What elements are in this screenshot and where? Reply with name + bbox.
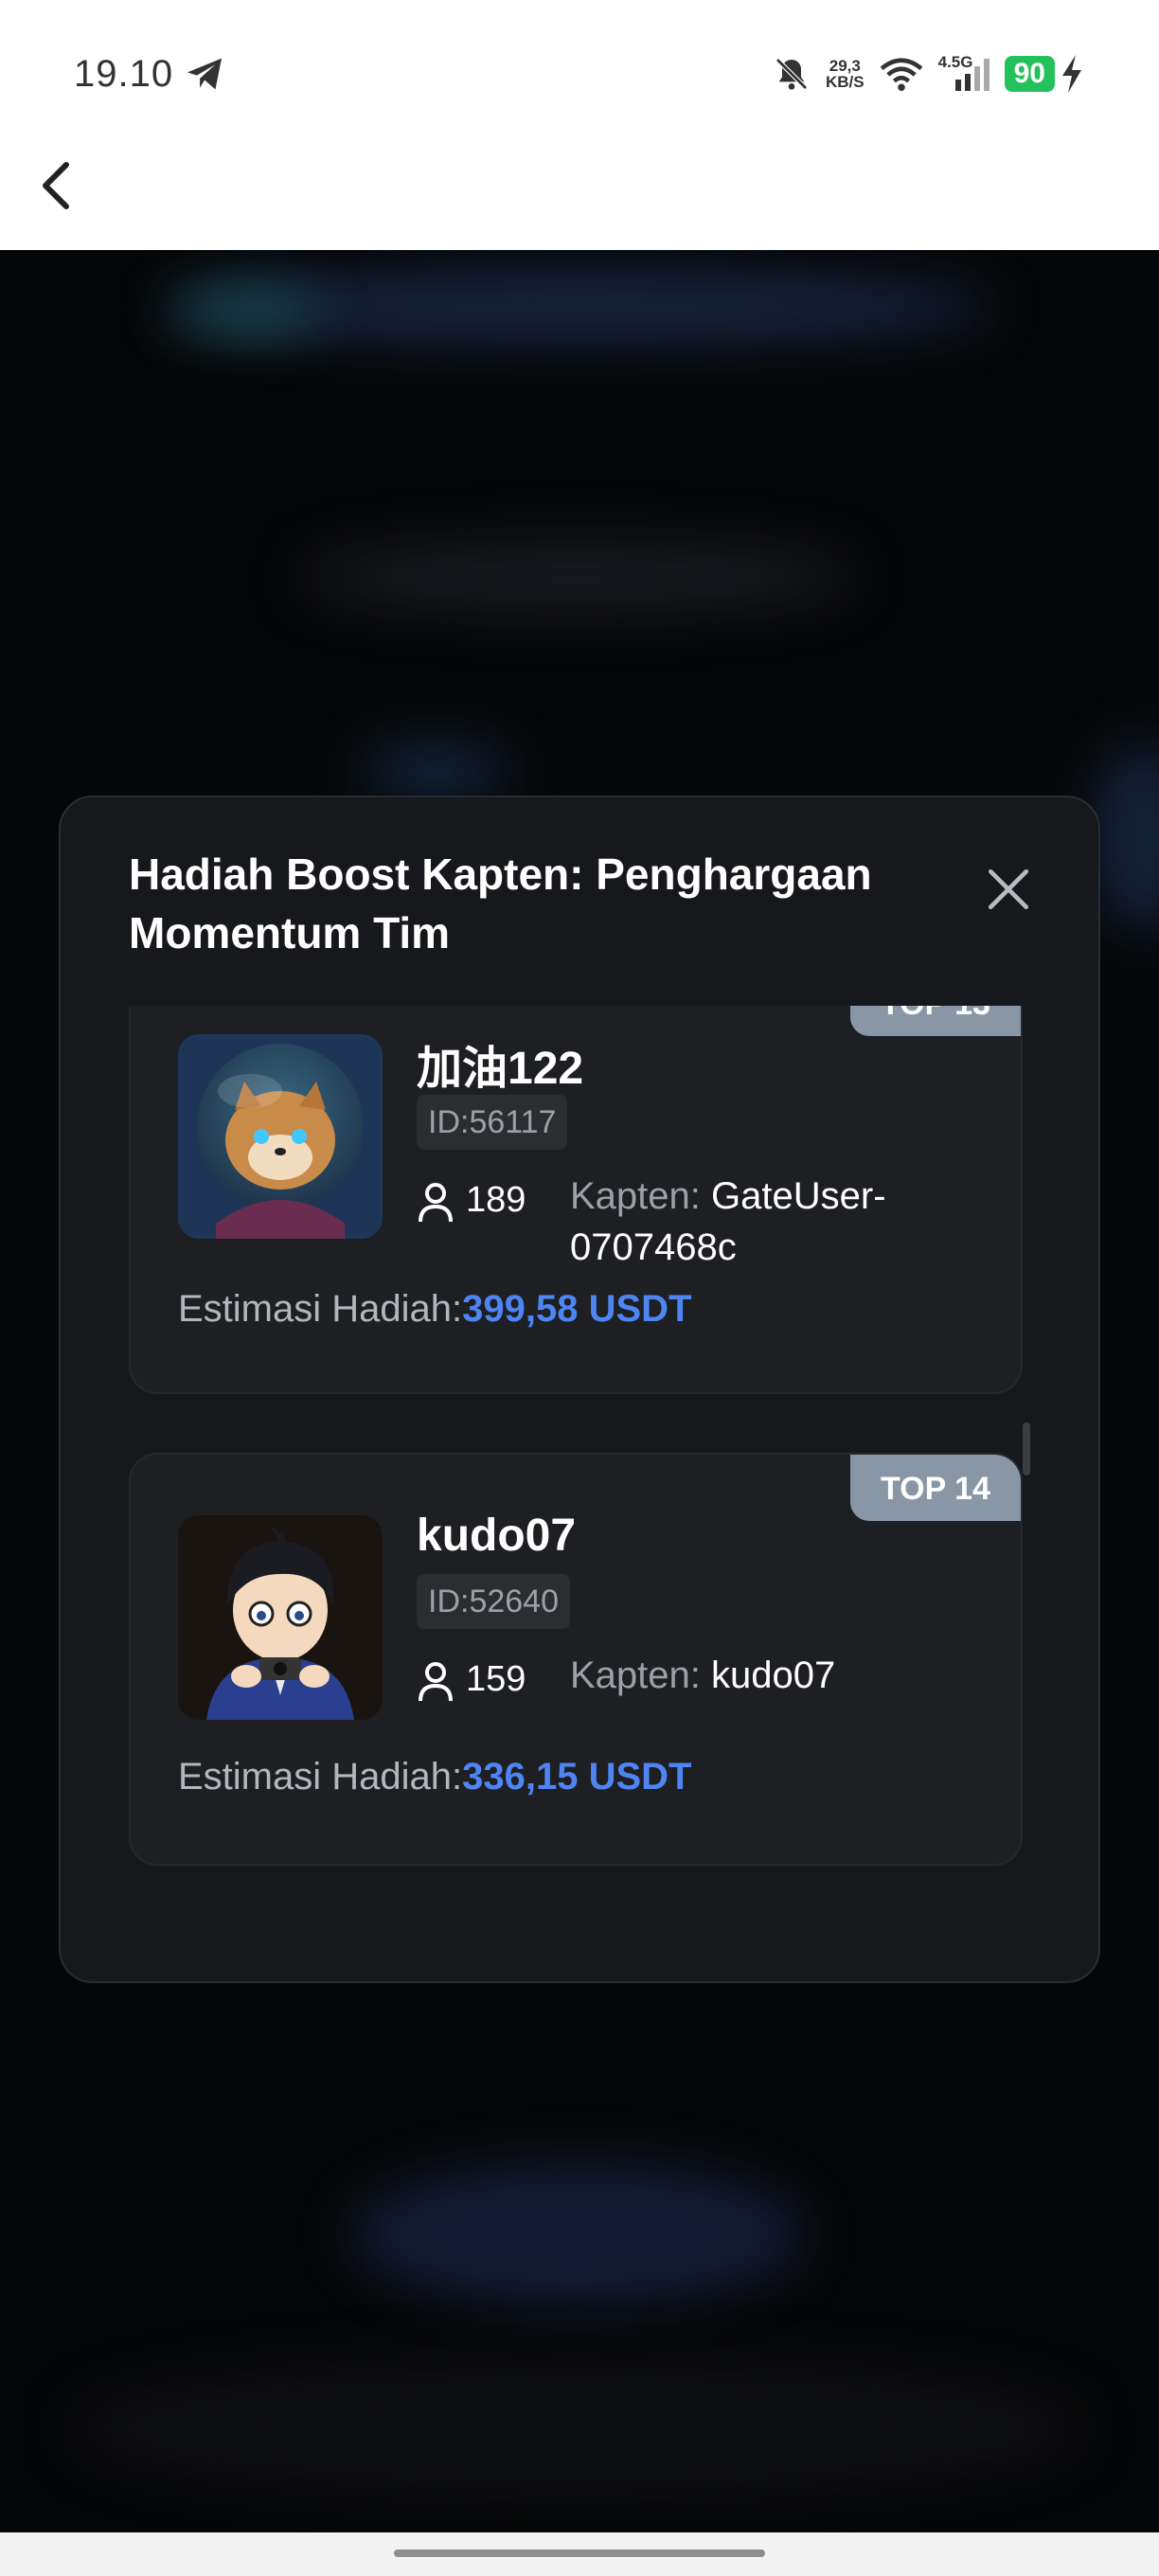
captain-name: kudo07 — [711, 1655, 836, 1696]
close-icon[interactable] — [985, 866, 1032, 913]
captain-label: Kapten: — [570, 1655, 712, 1696]
team-card[interactable]: TOP 13 — [129, 1006, 1023, 1394]
team-name: 加油122 — [417, 1044, 584, 1094]
rank-badge: TOP 14 — [850, 1455, 1021, 1521]
estimated-reward: Estimasi Hadiah:399,58 USDT — [178, 1288, 691, 1331]
reward-modal: Hadiah Boost Kapten: Penghargaan Momentu… — [59, 796, 1100, 1983]
charging-icon — [1062, 55, 1081, 93]
team-card[interactable]: TOP 14 kudo07 ID:52640 159 Kapten: kudo0… — [129, 1453, 1023, 1866]
home-indicator[interactable] — [394, 2549, 765, 2557]
member-row: 159 Kapten: kudo07 — [417, 1650, 949, 1703]
back-icon[interactable] — [38, 161, 76, 210]
status-bar: 19.10 29,3 KB/S 4.5G 90 — [0, 0, 1159, 142]
captain-info: Kapten: GateUser-0707468c — [570, 1171, 949, 1273]
wifi-icon — [880, 58, 922, 92]
net-speed: 29,3 KB/S — [826, 58, 865, 90]
list-scrollbar[interactable] — [1023, 1422, 1030, 1476]
net-speed-unit: KB/S — [826, 73, 865, 91]
team-avatar — [178, 1515, 383, 1720]
reward-value: 336,15 USDT — [462, 1756, 692, 1798]
team-avatar — [178, 1034, 383, 1239]
cell-signal-icon: 4.5G — [938, 53, 990, 93]
reward-label: Estimasi Hadiah: — [178, 1288, 463, 1330]
user-icon — [419, 1662, 453, 1702]
top-nav — [0, 142, 1159, 250]
member-count: 159 — [466, 1659, 526, 1699]
modal-title: Hadiah Boost Kapten: Penghargaan Momentu… — [129, 850, 872, 957]
team-name: kudo07 — [417, 1511, 577, 1561]
reward-label: Estimasi Hadiah: — [178, 1756, 463, 1798]
battery-indicator: 90 — [1004, 56, 1055, 92]
estimated-reward: Estimasi Hadiah:336,15 USDT — [178, 1756, 691, 1798]
reward-value: 399,58 USDT — [462, 1288, 692, 1330]
captain-info: Kapten: kudo07 — [570, 1650, 949, 1701]
user-icon — [419, 1183, 453, 1223]
member-count: 189 — [466, 1180, 526, 1220]
bell-muted-icon — [776, 58, 808, 90]
team-id: ID:56117 — [417, 1095, 568, 1150]
rank-badge: TOP 13 — [850, 1006, 1021, 1036]
net-speed-value: 29,3 — [829, 57, 861, 75]
team-list[interactable]: TOP 13 — [61, 1006, 1098, 1953]
captain-label: Kapten: — [570, 1175, 712, 1217]
team-id: ID:52640 — [417, 1574, 570, 1629]
member-row: 189 Kapten: GateUser-0707468c — [417, 1171, 949, 1273]
status-icons: 29,3 KB/S 4.5G 90 — [773, 51, 1083, 97]
telegram-icon — [187, 58, 222, 90]
status-time: 19.10 — [74, 53, 174, 95]
